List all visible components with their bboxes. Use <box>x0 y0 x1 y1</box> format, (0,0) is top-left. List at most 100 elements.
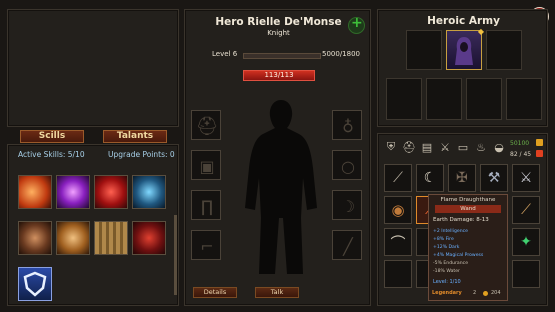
army-slot[interactable] <box>486 30 522 70</box>
army-slot[interactable] <box>426 78 462 120</box>
item-tooltip: Flame Draughthane Wand Earth Damage: 8-1… <box>428 194 508 301</box>
inv-slot-knife[interactable]: ⟋ <box>384 164 412 192</box>
inv-slot[interactable] <box>384 260 412 288</box>
skill-warrior-face[interactable] <box>56 221 90 255</box>
slot-armor[interactable]: ▣ <box>191 150 221 180</box>
xp-text: 5000/1800 <box>322 50 360 58</box>
slot-boots[interactable]: ⌐ <box>191 230 221 260</box>
skill-shield-emblem[interactable] <box>18 267 52 301</box>
bow-icon: ⌒ <box>390 233 406 252</box>
inv-slot-staff[interactable]: ✦ <box>512 228 540 256</box>
hero-class: Knight <box>267 29 290 37</box>
tooltip-stat: +2 Intelligence <box>433 229 468 234</box>
tooltip-stat: +8% Fire <box>433 237 454 242</box>
hero-portrait <box>455 37 473 65</box>
inv-slot-crossbow[interactable]: ✠ <box>448 164 476 192</box>
tooltip-stat: +12% Dark <box>433 245 460 250</box>
filter-bag-icon[interactable]: ◒ <box>492 140 506 154</box>
talk-button[interactable]: Talk <box>255 287 299 298</box>
tooltip-item-type: Wand <box>435 205 501 213</box>
gems-amount: 82 / 45 <box>510 151 532 158</box>
skills-panel: Active Skills: 5/10 Upgrade Points: 0 <box>7 144 179 306</box>
tab-talents[interactable]: Talants <box>103 130 167 143</box>
amulet-icon: ♁ <box>342 116 354 136</box>
skill-vortex[interactable] <box>56 175 90 209</box>
slot-amulet[interactable]: ♁ <box>332 110 362 140</box>
upgrade-points-label: Upgrade Points: 0 <box>108 150 175 159</box>
tooltip-damage: Earth Damage: 8-13 <box>433 217 489 223</box>
filter-helmet-icon[interactable]: ⛑ <box>402 140 416 154</box>
sword-icon: ⚔ <box>519 170 533 186</box>
inv-slot-shield[interactable]: ◉ <box>384 196 412 224</box>
crossbow-icon: ✠ <box>456 170 468 186</box>
army-slot[interactable] <box>466 78 502 120</box>
slot-legs[interactable]: ∏ <box>191 190 221 220</box>
filter-scroll-icon[interactable]: ▭ <box>456 140 470 154</box>
details-button[interactable]: Details <box>193 287 237 298</box>
sword-icon: ╱ <box>343 236 353 256</box>
add-button[interactable]: + <box>348 15 365 34</box>
round-shield-icon: ◉ <box>391 201 405 219</box>
army-slot[interactable] <box>506 78 542 120</box>
hp-bar: 113/113 <box>243 70 315 81</box>
ring-icon: ○ <box>341 156 355 176</box>
army-slot[interactable] <box>406 30 442 70</box>
army-slot[interactable] <box>386 78 422 120</box>
skill-fire-arrows[interactable] <box>18 175 52 209</box>
tooltip-item-name: Flame Draughthane <box>440 197 496 203</box>
slot-ring[interactable]: ○ <box>332 150 362 180</box>
tooltip-rarity: Legendary <box>432 290 462 296</box>
gold-amount: 50100 <box>510 140 530 147</box>
tooltip-stat: -18% Water <box>433 269 460 274</box>
tooltip-count: 2 <box>473 290 477 296</box>
skill-bear-roar[interactable] <box>18 221 52 255</box>
skill-blood-ritual[interactable] <box>132 221 166 255</box>
armor-icon: ▣ <box>199 156 215 176</box>
slot-helmet[interactable]: ⛑ <box>191 110 221 140</box>
inv-slot-horn[interactable]: ☾ <box>416 164 444 192</box>
inv-slot-bow[interactable]: ⌒ <box>384 228 412 256</box>
army-title: Heroic Army <box>427 15 500 27</box>
army-slot-hero[interactable]: ◆ <box>446 27 484 70</box>
left-top-panel <box>7 9 179 127</box>
filter-shield-icon[interactable]: ⛨ <box>384 140 398 154</box>
filter-potion-icon[interactable]: ♨ <box>474 140 488 154</box>
plus-icon: + <box>351 15 363 31</box>
inv-slot-axe[interactable]: ⚒ <box>480 164 508 192</box>
tooltip-price: 204 <box>491 290 501 296</box>
xp-bar <box>243 53 321 59</box>
star-icon: ◆ <box>477 27 484 36</box>
boots-icon: ⌐ <box>200 236 214 256</box>
slot-weapon[interactable]: ╱ <box>332 230 362 260</box>
horn-icon: ☾ <box>423 170 437 186</box>
hero-panel: Hero Rielle De'Monse Knight + Level 6 50… <box>184 9 371 306</box>
horn-icon: ☽ <box>340 196 356 216</box>
gold-icon <box>536 139 543 146</box>
skill-blood-burst[interactable] <box>94 175 128 209</box>
pants-icon: ∏ <box>200 196 214 216</box>
tab-skills[interactable]: Scills <box>20 130 84 143</box>
skill-wooden-wall[interactable] <box>94 221 128 255</box>
shield-icon <box>23 271 47 297</box>
active-skills-label: Active Skills: 5/10 <box>18 150 85 159</box>
inv-slot-dagger[interactable]: ⟋ <box>512 196 540 224</box>
tooltip-level: Level: 1/10 <box>433 279 461 285</box>
skills-scrollbar[interactable] <box>174 215 177 295</box>
hp-text: 113/113 <box>264 71 294 79</box>
hero-silhouette <box>245 100 317 274</box>
skill-frost-shrine[interactable] <box>132 175 166 209</box>
tooltip-stat: -5% Endurance <box>433 261 469 266</box>
inventory-panel: ⛨ ⛑ ▤ ⚔ ▭ ♨ ◒ 50100 82 / 45 ⟋ ☾ ✠ ⚒ ⚔ ◉ … <box>377 133 548 306</box>
hero-name: Hero Rielle De'Monse <box>215 16 342 28</box>
inv-slot[interactable] <box>512 260 540 288</box>
level-label: Level 6 <box>212 50 238 58</box>
dagger-icon: ⟋ <box>521 202 531 218</box>
staff-icon: ✦ <box>520 234 532 250</box>
filter-sword-icon[interactable]: ⚔ <box>438 140 452 154</box>
knife-icon: ⟋ <box>393 170 403 186</box>
army-panel: Heroic Army ◆ <box>377 9 548 127</box>
inv-slot-greatsword[interactable]: ⚔ <box>512 164 540 192</box>
coin-icon <box>483 291 488 296</box>
filter-book-icon[interactable]: ▤ <box>420 140 434 154</box>
slot-horn[interactable]: ☽ <box>332 190 362 220</box>
